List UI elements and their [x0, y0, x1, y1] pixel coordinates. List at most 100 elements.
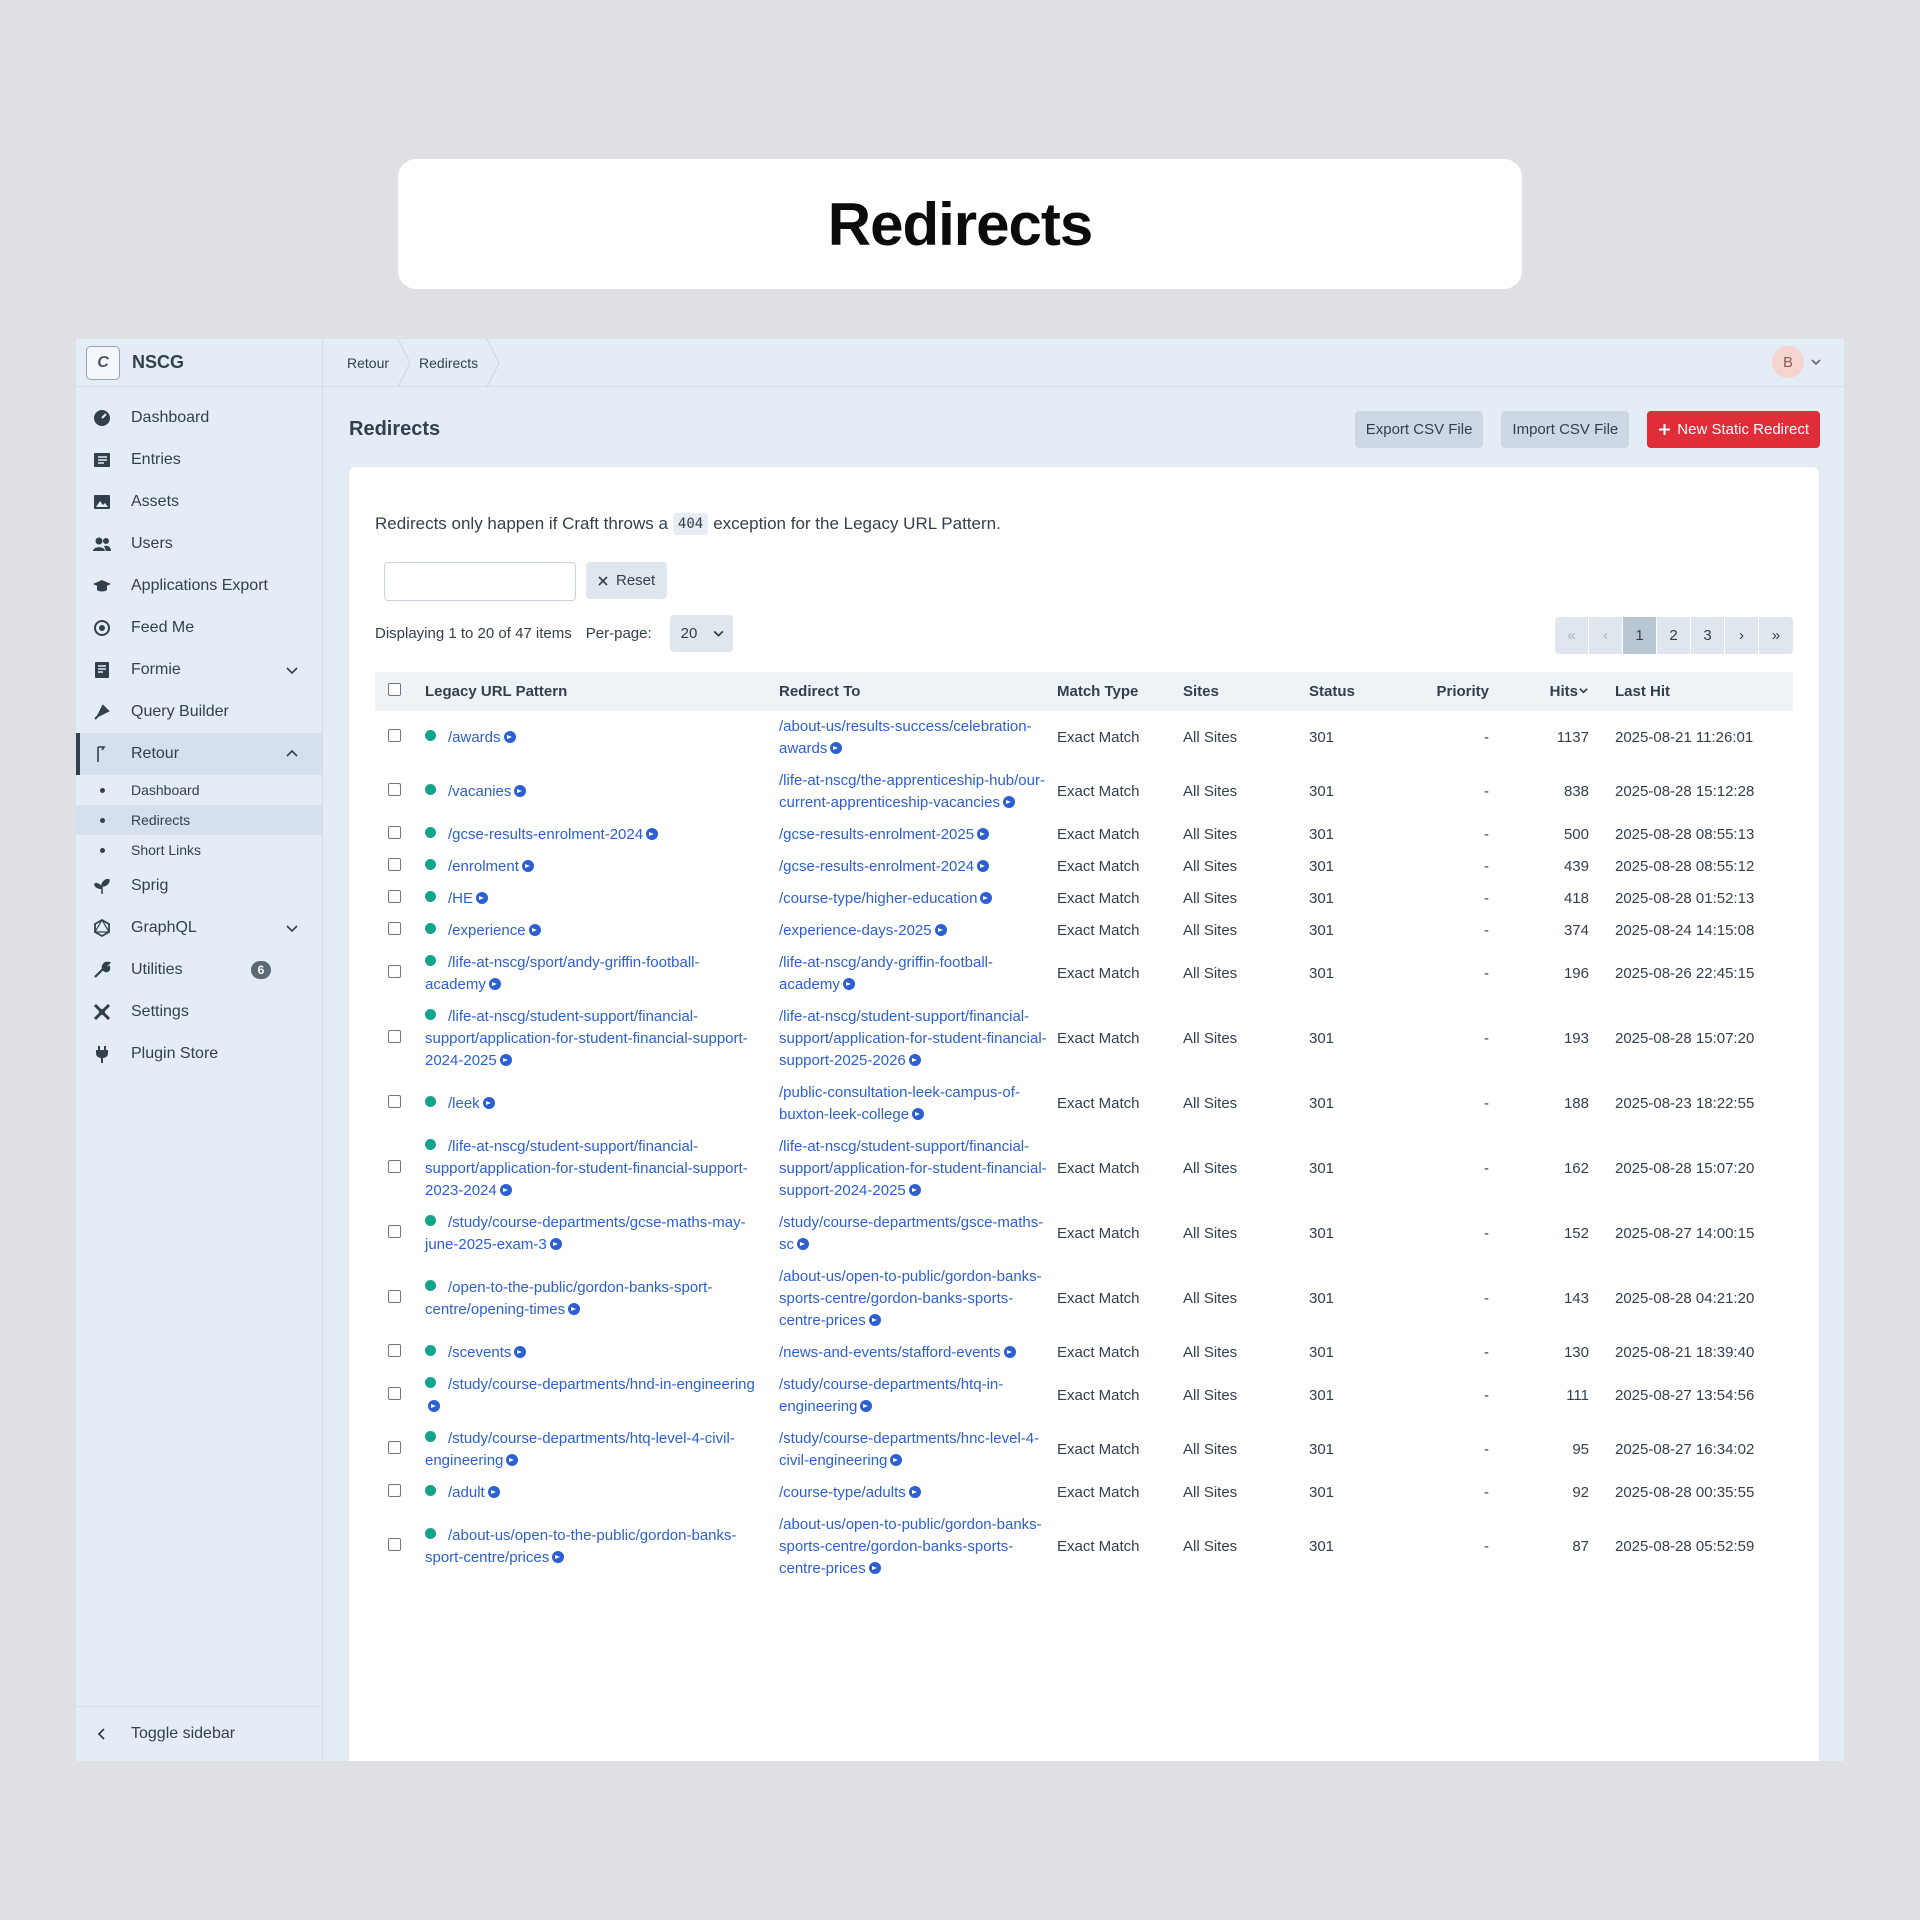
row-checkbox[interactable] [388, 826, 401, 839]
external-link-icon[interactable] [514, 785, 527, 797]
table-row[interactable]: /life-at-nscg/student-support/financial-… [375, 1131, 1793, 1207]
redirect-to-link[interactable]: /experience-days-2025 [779, 922, 932, 939]
new-static-redirect-button[interactable]: New Static Redirect [1647, 410, 1820, 448]
search-input[interactable] [384, 562, 576, 601]
external-link-icon[interactable] [521, 860, 534, 872]
redirect-to-link[interactable]: /study/course-departments/gsce-maths-sc [779, 1214, 1043, 1253]
pager-last[interactable]: » [1759, 617, 1793, 654]
external-link-icon[interactable] [528, 924, 541, 936]
row-checkbox[interactable] [388, 1344, 401, 1357]
external-link-icon[interactable] [908, 1054, 921, 1066]
external-link-icon[interactable] [568, 1303, 581, 1315]
legacy-url-link[interactable]: /adult [448, 1484, 485, 1501]
table-row[interactable]: /leek/public-consultation-leek-campus-of… [375, 1077, 1793, 1131]
legacy-url-link[interactable]: /experience [448, 922, 526, 939]
user-menu[interactable]: B [1772, 346, 1822, 378]
pager-page-3[interactable]: 3 [1691, 617, 1725, 654]
sidebar-item-settings[interactable]: Settings [76, 991, 322, 1033]
header-match[interactable]: Match Type [1057, 672, 1183, 711]
external-link-icon[interactable] [797, 1238, 809, 1250]
table-row[interactable]: /HE/course-type/higher-education Exact Ma… [375, 883, 1793, 915]
external-link-icon[interactable] [868, 1314, 881, 1326]
external-link-icon[interactable] [488, 978, 501, 990]
legacy-url-link[interactable]: /study/course-departments/htq-level-4-ci… [425, 1430, 735, 1469]
table-row[interactable]: /study/course-departments/htq-level-4-ci… [375, 1423, 1793, 1477]
legacy-url-link[interactable]: /awards [448, 729, 501, 746]
legacy-url-link[interactable]: /about-us/open-to-the-public/gordon-bank… [425, 1527, 737, 1566]
row-checkbox[interactable] [388, 858, 401, 871]
breadcrumb-retour[interactable]: Retour [347, 355, 389, 371]
external-link-icon[interactable] [506, 1454, 519, 1466]
redirect-to-link[interactable]: /life-at-nscg/andy-griffin-football-acad… [779, 954, 993, 993]
pager-page-1[interactable]: 1 [1623, 617, 1657, 654]
table-row[interactable]: /study/course-departments/hnd-in-enginee… [375, 1369, 1793, 1423]
sidebar-item-users[interactable]: Users [76, 523, 322, 565]
pager-next[interactable]: › [1725, 617, 1759, 654]
row-checkbox[interactable] [388, 965, 401, 978]
redirect-to-link[interactable]: /study/course-departments/hnc-level-4-ci… [779, 1430, 1039, 1469]
legacy-url-link[interactable]: /leek [448, 1095, 480, 1112]
sidebar-item-assets[interactable]: Assets [76, 481, 322, 523]
row-checkbox[interactable] [388, 890, 401, 903]
row-checkbox[interactable] [388, 1095, 401, 1108]
header-hits[interactable]: Hits [1489, 672, 1589, 711]
pager-page-2[interactable]: 2 [1657, 617, 1691, 654]
external-link-icon[interactable] [860, 1400, 873, 1412]
sidebar-subitem-retour-redirects[interactable]: Redirects [76, 805, 322, 835]
row-checkbox[interactable] [388, 1160, 401, 1173]
table-row[interactable]: /life-at-nscg/student-support/financial-… [375, 1001, 1793, 1077]
sidebar-item-query-builder[interactable]: Query Builder [76, 691, 322, 733]
external-link-icon[interactable] [487, 1486, 500, 1498]
row-checkbox[interactable] [388, 1484, 401, 1497]
row-checkbox[interactable] [388, 1538, 401, 1551]
table-row[interactable]: /enrolment/gcse-results-enrolment-2024 Ex… [375, 851, 1793, 883]
sidebar-item-applications-export[interactable]: Applications Export [76, 565, 322, 607]
legacy-url-link[interactable]: /study/course-departments/gcse-maths-may… [425, 1214, 746, 1253]
redirect-to-link[interactable]: /course-type/adults [779, 1484, 906, 1501]
sidebar-item-feed-me[interactable]: Feed Me [76, 607, 322, 649]
sidebar-item-formie[interactable]: Formie [76, 649, 322, 691]
header-redirect[interactable]: Redirect To [779, 672, 1057, 711]
legacy-url-link[interactable]: /study/course-departments/hnd-in-enginee… [448, 1376, 755, 1393]
redirect-to-link[interactable]: /gcse-results-enrolment-2024 [779, 858, 974, 875]
table-row[interactable]: /awards/about-us/results-success/celebra… [375, 711, 1793, 765]
table-row[interactable]: /about-us/open-to-the-public/gordon-bank… [375, 1509, 1793, 1585]
sidebar-item-retour[interactable]: Retour [76, 733, 322, 775]
redirect-to-link[interactable]: /public-consultation-leek-campus-of-buxt… [779, 1084, 1020, 1123]
redirect-to-link[interactable]: /about-us/open-to-public/gordon-banks-sp… [779, 1268, 1042, 1329]
redirect-to-link[interactable]: /about-us/results-success/celebration-aw… [779, 718, 1032, 757]
row-checkbox[interactable] [388, 1441, 401, 1454]
legacy-url-link[interactable]: /enrolment [448, 858, 519, 875]
external-link-icon[interactable] [890, 1454, 903, 1466]
breadcrumb-redirects[interactable]: Redirects [419, 355, 478, 371]
header-status[interactable]: Status [1309, 672, 1399, 711]
external-link-icon[interactable] [499, 1184, 512, 1196]
toggle-sidebar-button[interactable]: Toggle sidebar [76, 1706, 322, 1761]
legacy-url-link[interactable]: /scevents [448, 1344, 511, 1361]
header-priority[interactable]: Priority [1399, 672, 1489, 711]
external-link-icon[interactable] [830, 742, 843, 754]
import-csv-button[interactable]: Import CSV File [1501, 410, 1630, 448]
header-legacy[interactable]: Legacy URL Pattern [425, 672, 779, 711]
table-row[interactable]: /experience/experience-days-2025 Exact Ma… [375, 915, 1793, 947]
perpage-select[interactable]: 20 [669, 615, 733, 652]
external-link-icon[interactable] [842, 978, 855, 990]
redirect-to-link[interactable]: /news-and-events/stafford-events [779, 1344, 1001, 1361]
external-link-icon[interactable] [908, 1486, 921, 1498]
sidebar-subitem-retour-short-links[interactable]: Short Links [76, 835, 322, 865]
site-header[interactable]: C NSCG [76, 339, 322, 387]
redirect-to-link[interactable]: /gcse-results-enrolment-2025 [779, 826, 974, 843]
redirect-to-link[interactable]: /study/course-departments/htq-in-enginee… [779, 1376, 1003, 1415]
row-checkbox[interactable] [388, 1290, 401, 1303]
row-checkbox[interactable] [388, 729, 401, 742]
row-checkbox[interactable] [388, 1387, 401, 1400]
external-link-icon[interactable] [1003, 1346, 1016, 1358]
select-all-checkbox[interactable] [388, 683, 401, 696]
table-row[interactable]: /gcse-results-enrolment-2024/gcse-result… [375, 819, 1793, 851]
external-link-icon[interactable] [934, 924, 947, 936]
external-link-icon[interactable] [476, 892, 489, 904]
legacy-url-link[interactable]: /life-at-nscg/sport/andy-griffin-footbal… [425, 954, 700, 993]
external-link-icon[interactable] [977, 860, 990, 872]
export-csv-button[interactable]: Export CSV File [1354, 410, 1484, 448]
external-link-icon[interactable] [499, 1054, 512, 1066]
